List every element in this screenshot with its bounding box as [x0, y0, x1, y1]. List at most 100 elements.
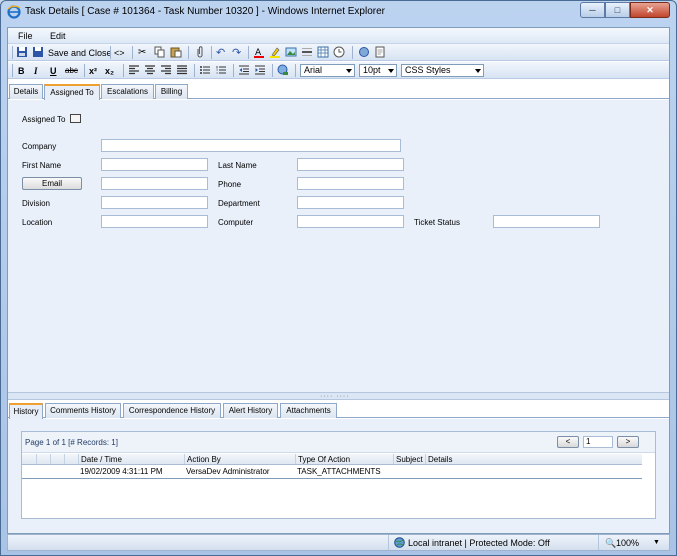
align-left-icon[interactable] [128, 64, 140, 76]
column-header-date[interactable]: Date / Time [78, 454, 184, 464]
css-styles-value: CSS Styles [405, 65, 451, 75]
editor-toolbar: Save and Close <> ✂ ↶ ↷ A [8, 44, 669, 61]
font-family-value: Arial [304, 65, 323, 75]
horizontal-rule-icon[interactable] [301, 46, 313, 58]
tab-history[interactable]: History [9, 403, 43, 419]
attach-icon[interactable] [194, 46, 206, 58]
company-field[interactable] [101, 139, 401, 152]
column-header-subject[interactable]: Subject [393, 454, 425, 464]
ticket-status-field[interactable] [493, 215, 600, 228]
last-name-label: Last Name [218, 161, 257, 170]
department-label: Department [218, 199, 260, 208]
menu-file[interactable]: File [18, 31, 33, 41]
ie-icon [7, 5, 21, 19]
source-view-button[interactable]: <> [114, 46, 125, 59]
table-row[interactable]: 19/02/2009 4:31:11 PM VersaDev Administr… [22, 466, 642, 479]
page-number-input[interactable]: 1 [583, 436, 613, 448]
tab-attachments[interactable]: Attachments [280, 403, 337, 418]
toolbar-separator [110, 46, 111, 59]
underline-button[interactable]: U [50, 64, 57, 77]
subscript-button[interactable]: x₂ [105, 64, 114, 77]
tab-billing[interactable]: Billing [155, 84, 188, 99]
ticket-status-label: Ticket Status [414, 218, 460, 227]
zoom-segment[interactable]: 🔍 100% ▼ [598, 535, 670, 550]
hyperlink-icon[interactable] [277, 64, 289, 76]
indent-icon[interactable] [254, 64, 266, 76]
font-size-value: 10pt [363, 65, 381, 75]
tab-details[interactable]: Details [9, 84, 43, 99]
bullet-list-icon[interactable] [199, 64, 211, 76]
font-color-icon[interactable]: A [253, 46, 265, 58]
toolbar-separator [123, 64, 124, 77]
tab-comments-history[interactable]: Comments History [45, 403, 121, 418]
justify-icon[interactable] [176, 64, 188, 76]
save-close-icon[interactable] [32, 46, 44, 58]
chevron-down-icon [475, 69, 481, 73]
toolbar-separator [188, 46, 189, 59]
toolbar-separator [352, 46, 353, 59]
location-field[interactable] [101, 215, 208, 228]
strikethrough-button[interactable]: abc [65, 64, 78, 77]
superscript-button[interactable]: x² [89, 64, 97, 77]
redo-icon[interactable]: ↷ [232, 46, 241, 59]
cut-icon[interactable]: ✂ [138, 46, 146, 59]
contact-card-icon[interactable] [70, 114, 81, 123]
history-panel: Page 1 of 1 [# Records: 1] < 1 > Date / … [8, 419, 669, 533]
font-family-select[interactable]: Arial [300, 64, 355, 77]
column-header-type[interactable]: Type Of Action [295, 454, 393, 464]
save-icon[interactable] [16, 46, 28, 58]
column-header-action-by[interactable]: Action By [184, 454, 295, 464]
tab-correspondence-history[interactable]: Correspondence History [123, 403, 221, 418]
tab-escalations[interactable]: Escalations [101, 84, 154, 99]
tab-assigned-to[interactable]: Assigned To [44, 84, 100, 100]
maximize-button[interactable]: □ [605, 2, 630, 18]
toolbar-separator [233, 64, 234, 77]
phone-field[interactable] [297, 177, 404, 190]
zoom-level: 100% [616, 538, 640, 548]
bold-button[interactable]: B [18, 64, 25, 77]
chevron-down-icon[interactable]: ▼ [653, 539, 660, 546]
font-size-select[interactable]: 10pt [359, 64, 397, 77]
last-name-field[interactable] [297, 158, 404, 171]
undo-icon[interactable]: ↶ [216, 46, 225, 59]
italic-button[interactable]: I [34, 64, 38, 77]
clock-icon[interactable] [333, 46, 345, 58]
save-and-close-button[interactable]: Save and Close [48, 46, 112, 59]
pager-status: Page 1 of 1 [# Records: 1] [25, 438, 118, 447]
highlight-icon[interactable] [269, 46, 281, 58]
header-cell-blank [64, 454, 78, 464]
assigned-to-panel: Assigned To Company First Name Last Name… [8, 100, 669, 393]
paste-icon[interactable] [170, 46, 182, 58]
tab-alert-history[interactable]: Alert History [223, 403, 278, 418]
toolbar-separator [84, 64, 85, 77]
minimize-button[interactable]: ─ [580, 2, 605, 18]
align-right-icon[interactable] [160, 64, 172, 76]
history-tab-strip: History Comments History Correspondence … [8, 402, 669, 419]
first-name-field[interactable] [101, 158, 208, 171]
menu-bar: File Edit [8, 28, 669, 44]
zone-segment[interactable]: Local intranet | Protected Mode: Off [388, 535, 588, 550]
spellcheck-icon[interactable] [358, 46, 370, 58]
email-button[interactable]: Email [22, 177, 82, 190]
image-icon[interactable] [285, 46, 297, 58]
print-preview-icon[interactable] [374, 46, 386, 58]
division-field[interactable] [101, 196, 208, 209]
department-field[interactable] [297, 196, 404, 209]
outdent-icon[interactable] [238, 64, 250, 76]
close-button[interactable]: ✕ [630, 2, 670, 18]
intranet-globe-icon [394, 537, 405, 548]
table-icon[interactable] [317, 46, 329, 58]
status-bar: Local intranet | Protected Mode: Off 🔍 1… [7, 534, 670, 551]
numbered-list-icon[interactable] [215, 64, 227, 76]
next-page-button[interactable]: > [617, 436, 639, 448]
prev-page-button[interactable]: < [557, 436, 579, 448]
column-header-details[interactable]: Details [425, 454, 642, 464]
email-field[interactable] [101, 177, 208, 190]
menu-edit[interactable]: Edit [50, 31, 66, 41]
css-styles-select[interactable]: CSS Styles [401, 64, 484, 77]
align-center-icon[interactable] [144, 64, 156, 76]
title-bar[interactable]: Task Details [ Case # 101364 - Task Numb… [1, 1, 676, 23]
copy-icon[interactable] [154, 46, 166, 58]
computer-field[interactable] [297, 215, 404, 228]
pane-splitter[interactable]: ···· ···· [8, 393, 669, 400]
